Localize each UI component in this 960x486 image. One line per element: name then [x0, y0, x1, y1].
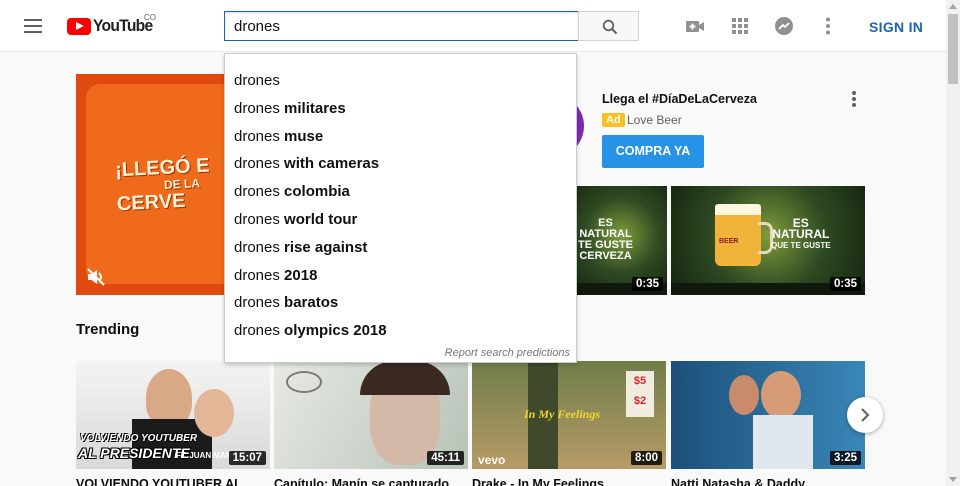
person-shirt-image: [753, 415, 813, 469]
thumbnail-overlay-text: VOLVIENDO YOUTUBER: [80, 433, 198, 444]
suggestion-completion-text: militares: [284, 99, 346, 117]
trending-video-title[interactable]: Natti Natasha & Daddy: [671, 477, 865, 486]
video-duration: 0:35: [829, 277, 861, 291]
trending-heading[interactable]: Trending: [76, 321, 139, 338]
suggestion-completion-text: colombia: [284, 183, 350, 201]
person-face-image: [761, 371, 801, 419]
ad-thumbnail-1[interactable]: ES NATURAL TE GUSTE CERVEZA 0:35: [576, 186, 667, 295]
search-input[interactable]: [225, 12, 578, 40]
suggestion-typed-text: drones: [234, 72, 280, 89]
trending-thumbnail-1[interactable]: VOLVIENDO YOUTUBER AL PRESIDENTE FT. JUA…: [76, 361, 270, 469]
beer-label: BEER: [719, 238, 739, 245]
menu-icon[interactable]: [18, 14, 48, 38]
ad-badge: Ad: [602, 113, 625, 127]
search-suggestion-item[interactable]: drones muse: [225, 123, 576, 151]
page-scrollbar[interactable]: [946, 0, 960, 486]
search-suggestion-item[interactable]: drones olympics 2018: [225, 317, 576, 345]
ad-thumb-1-line4: CERVEZA: [579, 250, 632, 262]
trending-thumbnail-3[interactable]: $5 $2 In My Feelings vevo 8:00: [472, 361, 666, 469]
show-logo-icon: [286, 371, 322, 393]
video-duration: 8:00: [630, 451, 662, 465]
masthead: YouTube CO SIGN IN: [0, 0, 946, 52]
sign-in-button[interactable]: SIGN IN: [869, 19, 923, 35]
thumbnail-overlay-text: In My Feelings: [524, 407, 601, 421]
video-duration: 45:11: [427, 451, 464, 465]
suggestion-typed-text: drones: [234, 155, 280, 173]
more-vert-icon[interactable]: [817, 15, 839, 37]
search-suggestion-item[interactable]: drones militares: [225, 95, 576, 123]
apps-grid-icon[interactable]: [729, 15, 751, 37]
ad-banner-line2: DE LA: [163, 176, 201, 192]
suggestion-typed-text: drones: [234, 294, 280, 312]
share-icon[interactable]: [773, 15, 795, 37]
trending-video-title[interactable]: Drake - In My Feelings: [472, 477, 666, 486]
suggestion-completion-text: muse: [284, 127, 324, 145]
suggestion-typed-text: drones: [234, 211, 280, 228]
logo-country-code: CO: [144, 13, 156, 22]
report-predictions-link[interactable]: Report search predictions: [445, 347, 570, 359]
ad-banner-line3: CERVE: [116, 189, 186, 216]
suggestion-typed-text: drones: [234, 322, 280, 340]
trending-thumbnail-2[interactable]: 45:11: [274, 361, 468, 469]
search-suggestion-item[interactable]: drones rise against: [225, 234, 576, 262]
search-box[interactable]: [224, 11, 579, 41]
scroll-down-arrow-icon[interactable]: [949, 477, 957, 482]
person-hair-image: [360, 361, 450, 395]
youtube-logo[interactable]: YouTube CO: [67, 13, 158, 36]
person-face-image: [194, 389, 234, 437]
suggestion-completion-text: with cameras: [284, 155, 380, 173]
ad-thumb-2-line2: NATURAL: [772, 227, 830, 241]
search-suggestion-item[interactable]: drones world tour: [225, 206, 576, 234]
suggestion-typed-text: drones: [234, 266, 280, 284]
ad-thumbnail-2[interactable]: BEER ES NATURAL QUE TE GUSTE 0:35: [671, 186, 865, 295]
trending-thumbnail-4[interactable]: 3:25: [671, 361, 865, 469]
scrollbar-thumb[interactable]: [948, 14, 958, 84]
scroll-up-arrow-icon[interactable]: [949, 4, 957, 9]
ad-more-vert-icon[interactable]: [852, 91, 856, 109]
suggestion-completion-text: baratos: [284, 294, 339, 312]
video-camera-icon[interactable]: [684, 15, 706, 37]
ad-thumb-text: ES NATURAL QUE TE GUSTE: [771, 217, 831, 251]
price-sign: $5 $2: [626, 371, 654, 417]
ad-thumb-2-line3: QUE TE GUSTE: [771, 241, 831, 250]
price-sign-value: $5: [633, 375, 647, 387]
chevron-right-icon: [861, 408, 870, 422]
suggestion-completion-text: 2018: [284, 266, 318, 284]
trending-video-title[interactable]: Capítulo: Manín se capturado: [274, 477, 468, 486]
trending-video-title[interactable]: VOLVIENDO YOUTUBER AL: [76, 477, 270, 486]
suggestion-completion-text: rise against: [284, 238, 368, 256]
ad-banner-text: ¡LLEGÓ E DE LA CERVE: [115, 155, 212, 216]
search-suggestion-item[interactable]: drones: [225, 67, 576, 95]
suggestion-completion-text: olympics 2018: [284, 322, 387, 340]
search-suggestion-item[interactable]: drones colombia: [225, 178, 576, 206]
suggestion-typed-text: drones: [234, 183, 280, 201]
video-duration: 0:35: [631, 277, 663, 291]
trending-next-button[interactable]: [847, 397, 883, 433]
suggestion-typed-text: drones: [234, 99, 280, 117]
vevo-logo: vevo: [478, 453, 506, 467]
ad-thumb-text: ES NATURAL TE GUSTE CERVEZA: [578, 218, 633, 262]
beer-mug-image: [715, 204, 773, 266]
suggestion-typed-text: drones: [234, 127, 280, 145]
ad-cta-button[interactable]: COMPRA YA: [602, 135, 704, 168]
ad-title[interactable]: Llega el #DíaDeLaCerveza: [602, 92, 757, 106]
video-duration: 15:07: [228, 451, 266, 465]
person-face-image: [729, 375, 759, 415]
search-icon: [602, 19, 618, 35]
thumbnail-overlay-text: AL PRESIDENTE: [78, 445, 190, 461]
price-sign-value: $2: [633, 395, 647, 407]
youtube-play-icon: [67, 17, 91, 35]
search-suggestion-item[interactable]: drones 2018: [225, 262, 576, 290]
ad-advertiser-name[interactable]: Love Beer: [627, 113, 682, 127]
video-duration: 3:25: [829, 451, 861, 465]
search-suggestions-dropdown: drones drones militares drones muse drones …: [224, 53, 577, 363]
search-button[interactable]: [578, 11, 639, 41]
search-suggestion-item[interactable]: drones baratos: [225, 289, 576, 317]
search-suggestion-item[interactable]: drones with cameras: [225, 150, 576, 178]
suggestion-completion-text: world tour: [284, 211, 358, 228]
mute-icon[interactable]: [86, 267, 106, 287]
suggestion-typed-text: drones: [234, 238, 280, 256]
